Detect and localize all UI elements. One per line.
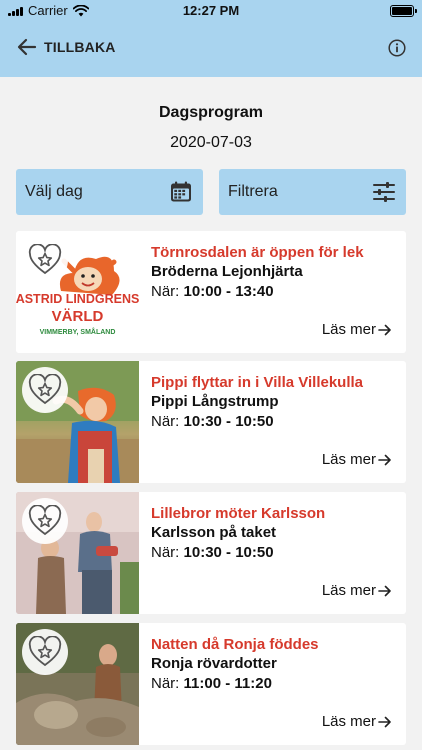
choose-day-label: Välj dag <box>25 183 83 200</box>
filter-label: Filtrera <box>228 183 278 200</box>
time-value: 10:30 - 10:50 <box>183 413 274 430</box>
status-bar: Carrier 12:27 PM <box>0 0 422 22</box>
logo-line-3: VIMMERBY, SMÅLAND <box>40 327 116 336</box>
time-prefix: När: <box>151 413 180 430</box>
heart-star-icon <box>28 636 62 667</box>
heart-star-icon <box>28 505 62 536</box>
filter-button[interactable]: Filtrera <box>219 169 406 215</box>
favorite-heart-button[interactable] <box>22 498 68 544</box>
event-title: Pippi flyttar in i Villa Villekulla <box>151 374 364 391</box>
event-image-karlsson <box>16 492 139 614</box>
event-card[interactable]: Pippi flyttar in i Villa Villekulla Pipp… <box>16 361 406 483</box>
calendar-icon <box>171 181 191 202</box>
event-title: Törnrosdalen är öppen för lek <box>151 244 364 261</box>
event-subtitle: Ronja rövardotter <box>151 655 277 672</box>
event-image-astrid-logo: ASTRID LINDGRENS VÄRLD VIMMERBY, SMÅLAND <box>16 231 139 353</box>
read-more-label: Läs mer <box>321 321 376 338</box>
back-label: TILLBAKA <box>44 39 116 55</box>
read-more-label: Läs mer <box>321 451 376 468</box>
arrow-right-icon <box>378 324 391 335</box>
favorite-heart-button[interactable] <box>22 367 68 413</box>
event-image-pippi <box>16 361 139 483</box>
arrow-right-icon <box>378 585 391 596</box>
arrow-right-icon <box>378 454 391 465</box>
info-circle-icon[interactable] <box>388 39 406 57</box>
read-more-link[interactable]: Läs mer <box>322 713 392 730</box>
logo-line-1: ASTRID LINDGRENS <box>16 292 139 306</box>
time-value: 11:00 - 11:20 <box>183 675 272 692</box>
event-subtitle: Karlsson på taket <box>151 524 277 541</box>
time-prefix: När: <box>151 675 180 692</box>
page-date: 2020-07-03 <box>170 134 252 151</box>
event-subtitle: Bröderna Lejonhjärta <box>151 263 303 280</box>
read-more-link[interactable]: Läs mer <box>322 321 392 338</box>
choose-day-button[interactable]: Välj dag <box>16 169 203 215</box>
arrow-left-icon <box>17 38 37 56</box>
page-title: Dagsprogram <box>158 104 264 121</box>
read-more-link[interactable]: Läs mer <box>322 451 392 468</box>
event-time: När: 10:30 - 10:50 <box>151 413 274 430</box>
event-image-ronja <box>16 623 139 745</box>
logo-line-2: VÄRLD <box>52 308 104 325</box>
nav-bar: TILLBAKA <box>0 22 422 77</box>
time-prefix: När: <box>151 283 180 300</box>
event-subtitle: Pippi Långstrump <box>151 393 279 410</box>
time-value: 10:00 - 13:40 <box>183 283 274 300</box>
event-title: Natten då Ronja föddes <box>151 636 319 653</box>
read-more-label: Läs mer <box>321 582 376 599</box>
read-more-label: Läs mer <box>321 713 376 730</box>
time-prefix: När: <box>151 544 180 561</box>
event-time: När: 10:00 - 13:40 <box>151 283 274 300</box>
event-time: När: 10:30 - 10:50 <box>151 544 274 561</box>
favorite-heart-button[interactable] <box>22 237 68 283</box>
status-time: 12:27 PM <box>182 3 240 18</box>
battery-fill <box>392 7 412 15</box>
event-card[interactable]: ASTRID LINDGRENS VÄRLD VIMMERBY, SMÅLAND… <box>16 231 406 353</box>
time-value: 10:30 - 10:50 <box>183 544 274 561</box>
back-button[interactable]: TILLBAKA <box>16 36 116 58</box>
heart-star-icon <box>28 374 62 405</box>
event-card[interactable]: Natten då Ronja föddes Ronja rövardotter… <box>16 623 406 745</box>
heart-star-icon <box>28 244 62 275</box>
favorite-heart-button[interactable] <box>22 629 68 675</box>
event-time: När: 11:00 - 11:20 <box>151 675 272 692</box>
event-title: Lillebror möter Karlsson <box>151 505 326 522</box>
event-card[interactable]: Lillebror möter Karlsson Karlsson på tak… <box>16 492 406 614</box>
arrow-right-icon <box>378 716 391 727</box>
battery-icon <box>390 5 417 17</box>
sliders-icon <box>373 182 395 202</box>
read-more-link[interactable]: Läs mer <box>322 582 392 599</box>
